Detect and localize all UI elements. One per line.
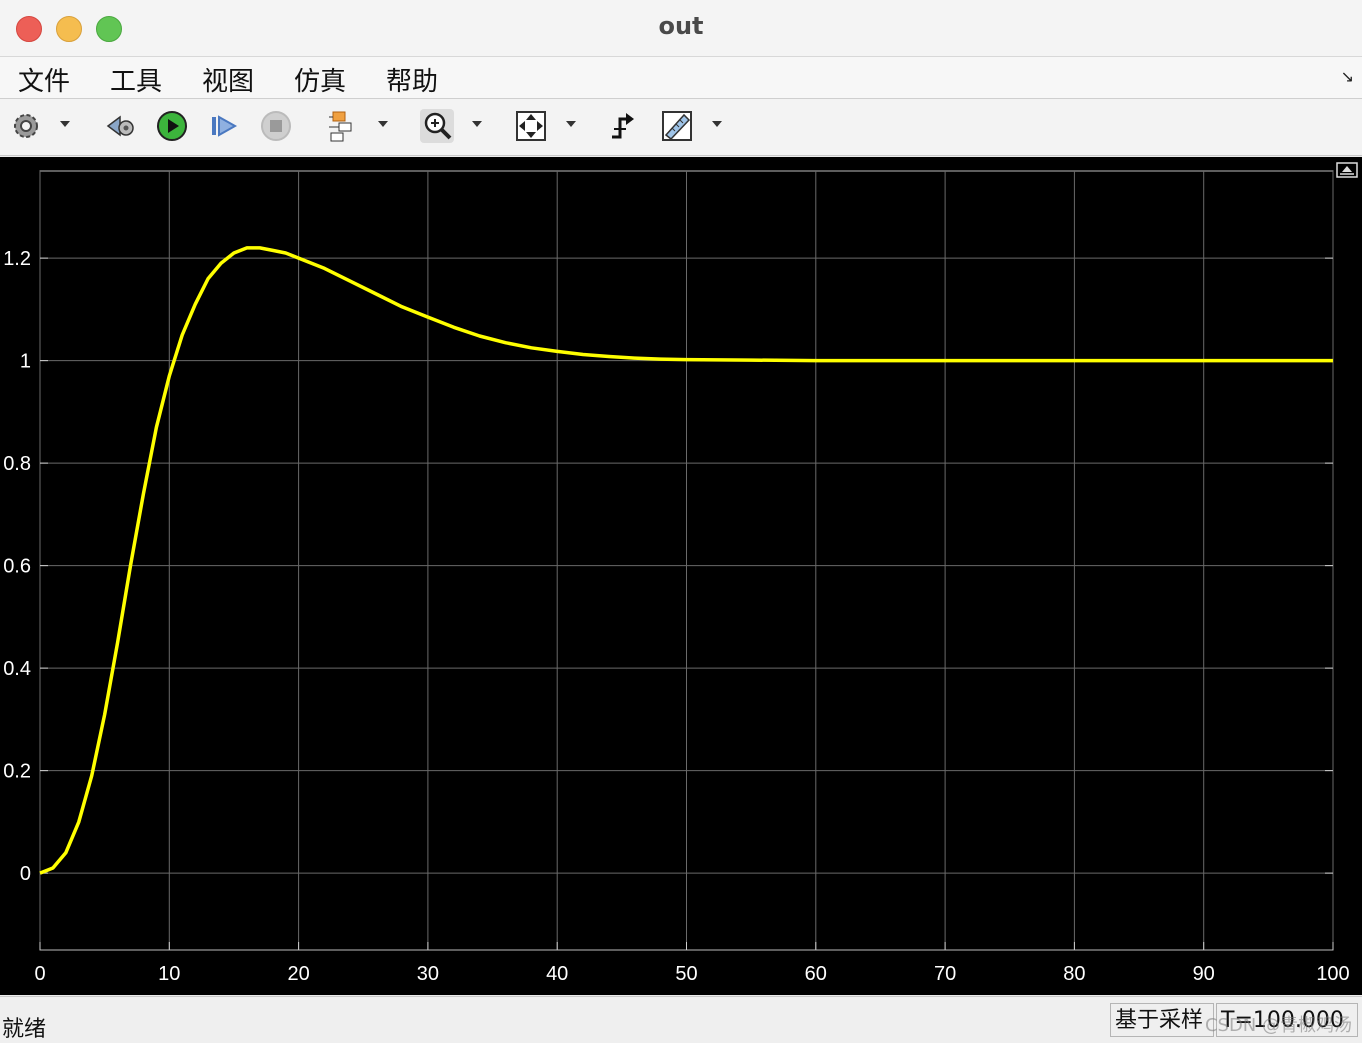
x-tick-label: 90 — [1193, 963, 1215, 985]
y-tick-label: 0.4 — [3, 658, 31, 680]
measurements-icon[interactable] — [660, 109, 694, 143]
zoom-dropdown-icon[interactable] — [472, 121, 482, 127]
x-tick-label: 40 — [546, 963, 568, 985]
x-tick-label: 70 — [934, 963, 956, 985]
signal-dropdown-icon[interactable] — [378, 121, 388, 127]
triggers-icon[interactable] — [608, 109, 642, 143]
x-tick-label: 20 — [287, 963, 309, 985]
y-tick-label: 0.6 — [3, 556, 31, 578]
step-back-icon[interactable] — [104, 109, 138, 143]
measurements-dropdown-icon[interactable] — [712, 121, 722, 127]
y-tick-label: 0.8 — [3, 453, 31, 475]
status-bar: 就绪 基于采样 T=100.000 CSDN @青椒鸡汤 — [0, 996, 1362, 1043]
x-tick-label: 0 — [34, 963, 45, 985]
x-tick-label: 30 — [417, 963, 439, 985]
gear-icon[interactable] — [9, 109, 43, 143]
y-tick-label: 0.2 — [3, 761, 31, 783]
x-tick-label: 10 — [158, 963, 180, 985]
scope-plot-area[interactable]: 0 10 20 30 40 50 60 70 80 90 100 0 0.2 0.4 0.6 0.8 1 1.2 — [0, 157, 1362, 995]
fit-view-icon[interactable] — [514, 109, 548, 143]
signal-hierarchy-icon[interactable] — [325, 109, 359, 143]
run-icon[interactable] — [155, 109, 189, 143]
undock-legend-icon[interactable] — [1336, 162, 1358, 178]
x-tick-label: 60 — [805, 963, 827, 985]
menu-bar: 文件 工具 视图 仿真 帮助 ↘ — [0, 57, 1362, 99]
menu-view[interactable]: 视图 — [202, 61, 254, 98]
menu-simulation[interactable]: 仿真 — [294, 61, 346, 98]
watermark-text: CSDN @青椒鸡汤 — [1204, 1015, 1352, 1036]
title-bar: out — [0, 0, 1362, 57]
step-forward-icon[interactable] — [207, 109, 241, 143]
scope-chart[interactable]: 0 10 20 30 40 50 60 70 80 90 100 0 0.2 0.4 0.6 0.8 1 1.2 — [0, 157, 1362, 995]
menu-help[interactable]: 帮助 — [386, 61, 438, 98]
y-tick-label: 0 — [20, 863, 31, 885]
x-tick-label: 80 — [1063, 963, 1085, 985]
y-tick-label: 1.2 — [3, 248, 31, 270]
x-tick-label: 100 — [1316, 963, 1349, 985]
menu-file[interactable]: 文件 — [18, 61, 70, 98]
window-title: out — [658, 12, 704, 40]
y-tick-label: 1 — [20, 351, 31, 373]
fit-dropdown-icon[interactable] — [566, 121, 576, 127]
x-tick-label: 50 — [675, 963, 697, 985]
zoom-icon[interactable] — [420, 109, 454, 143]
menu-tools[interactable]: 工具 — [110, 61, 162, 98]
dock-arrow-icon[interactable]: ↘ — [1341, 67, 1354, 86]
gear-dropdown-icon[interactable] — [60, 121, 70, 127]
sample-mode-indicator: 基于采样 — [1110, 1003, 1214, 1037]
status-ready-text: 就绪 — [2, 1017, 47, 1042]
toolbar — [0, 99, 1362, 156]
stop-icon[interactable] — [259, 109, 293, 143]
